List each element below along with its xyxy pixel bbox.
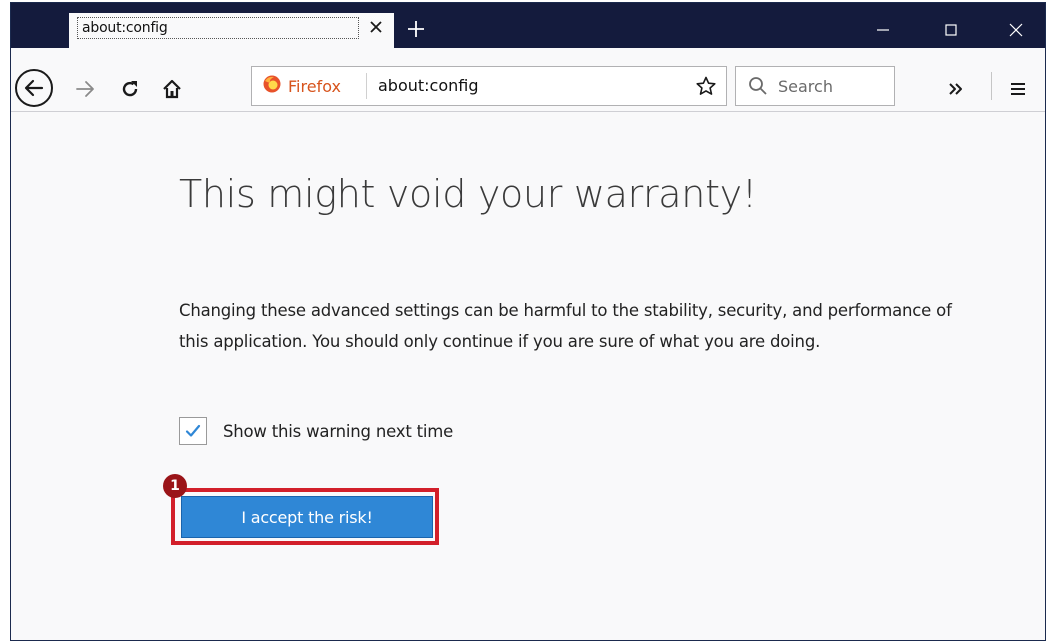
identity-label: Firefox xyxy=(288,76,341,96)
new-tab-icon[interactable] xyxy=(404,17,428,41)
reload-icon[interactable] xyxy=(117,76,143,102)
page-title: This might void your warranty! xyxy=(179,172,757,216)
step-number-badge: 1 xyxy=(163,474,187,498)
checkmark-icon xyxy=(185,424,201,437)
maximize-icon[interactable] xyxy=(936,19,966,41)
warning-message: Changing these advanced settings can be … xyxy=(179,301,952,351)
show-warning-checkbox[interactable] xyxy=(179,417,207,445)
bookmark-star-icon[interactable] xyxy=(694,74,718,98)
firefox-logo-icon xyxy=(262,74,282,98)
url-bar[interactable]: Firefox about:config xyxy=(251,66,727,106)
tab-focus-outline: about:config xyxy=(77,17,359,39)
tab-title: about:config xyxy=(82,20,168,36)
overflow-icon[interactable] xyxy=(943,76,969,102)
close-window-icon[interactable] xyxy=(1001,19,1031,41)
accept-risk-button[interactable]: I accept the risk! xyxy=(181,496,433,538)
tab-about-config[interactable]: about:config xyxy=(69,13,394,48)
page-content: This might void your warranty! Changing … xyxy=(11,112,1045,640)
navigation-toolbar: Firefox about:config Search xyxy=(11,48,1045,112)
search-icon xyxy=(748,76,768,100)
url-separator xyxy=(366,73,367,99)
back-icon[interactable] xyxy=(15,69,53,107)
home-icon[interactable] xyxy=(159,76,185,102)
show-warning-label[interactable]: Show this warning next time xyxy=(223,422,453,441)
show-warning-option[interactable]: Show this warning next time xyxy=(179,415,453,447)
minimize-icon[interactable] xyxy=(868,19,898,41)
url-text[interactable]: about:config xyxy=(378,76,479,95)
search-placeholder: Search xyxy=(778,77,833,96)
menu-icon[interactable] xyxy=(1005,76,1031,102)
title-bar: about:config xyxy=(11,3,1045,48)
browser-window: about:config Firefox about:config Search… xyxy=(10,2,1046,641)
toolbar-separator xyxy=(991,72,992,100)
search-input[interactable]: Search xyxy=(735,66,895,106)
close-icon[interactable] xyxy=(365,16,387,38)
forward-icon[interactable] xyxy=(73,77,97,101)
identity-box[interactable]: Firefox xyxy=(262,75,341,97)
